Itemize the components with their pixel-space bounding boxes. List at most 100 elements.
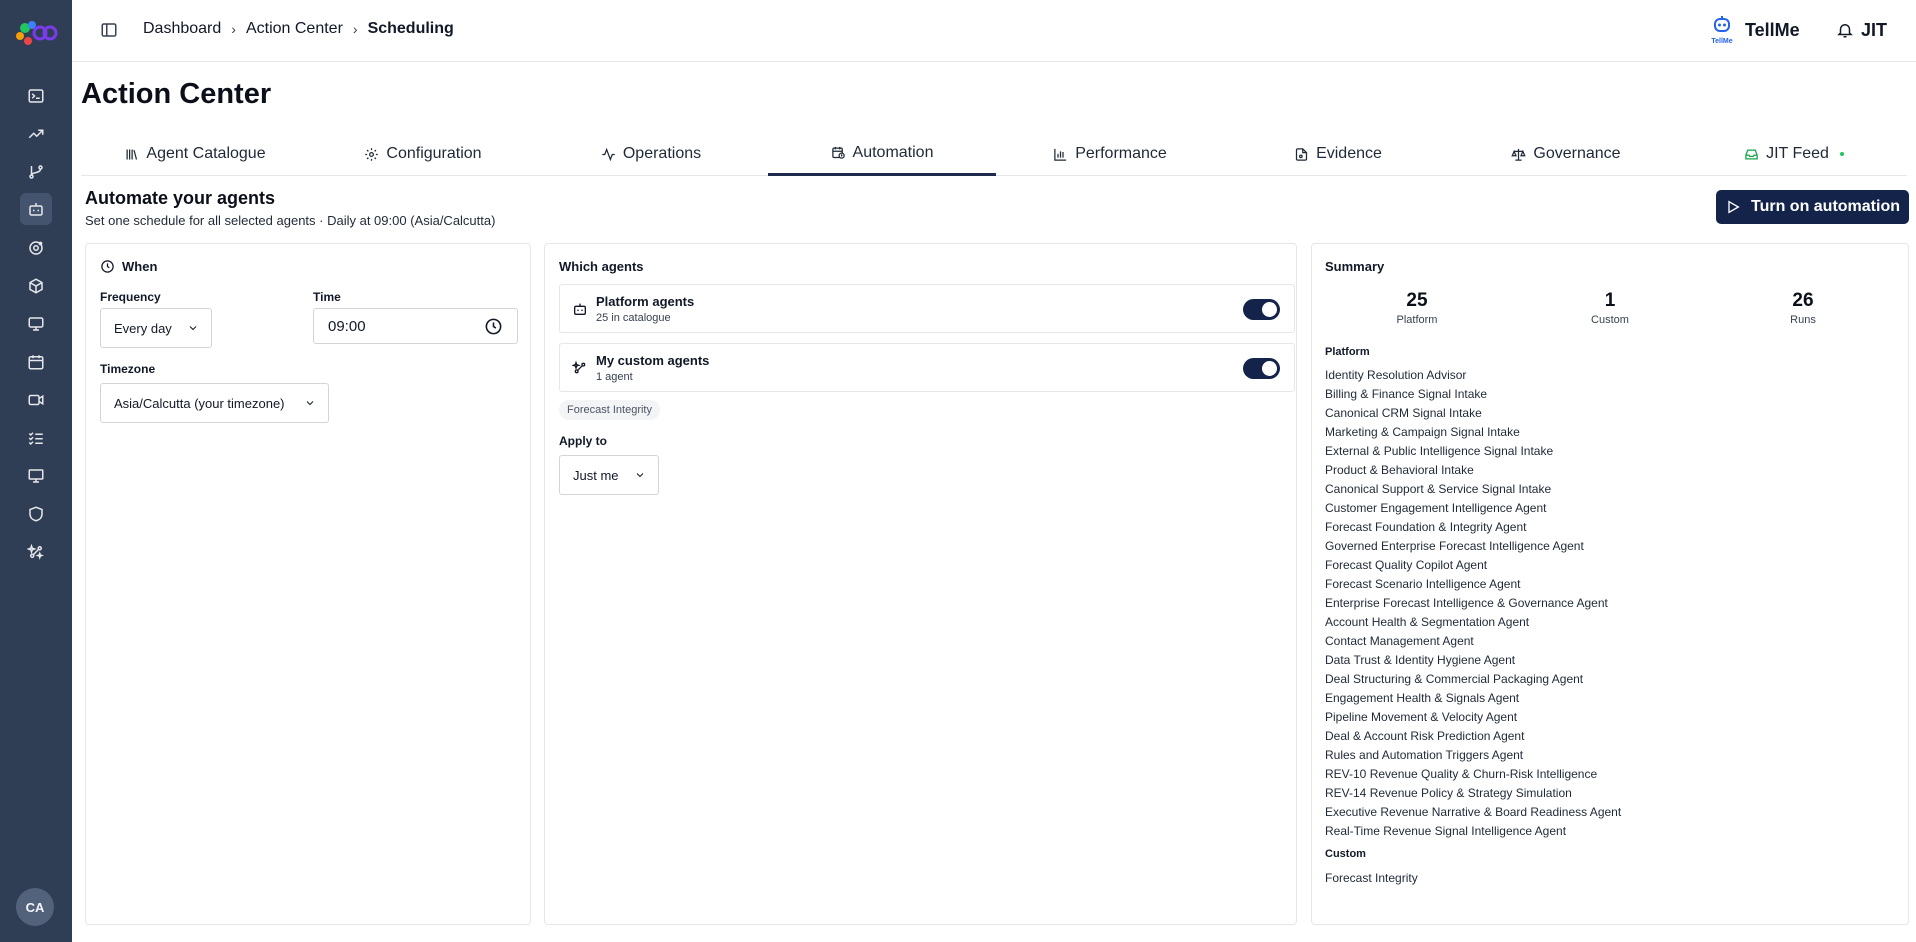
calendar-icon[interactable]	[20, 346, 52, 378]
play-icon	[1728, 200, 1740, 214]
top-bar: Dashboard › Action Center › Scheduling T…	[72, 0, 1916, 62]
tab-automation[interactable]: Automation	[768, 132, 996, 176]
tab-label: Configuration	[386, 145, 482, 162]
frequency-value: Every day	[114, 320, 172, 336]
stat-label: Custom	[1591, 314, 1629, 326]
tab-governance[interactable]: Governance	[1452, 132, 1680, 176]
user-label[interactable]: JIT	[1861, 20, 1887, 41]
frequency-select[interactable]: Every day	[100, 308, 212, 348]
automation-title: Automate your agents	[85, 188, 276, 208]
stat-label: Platform	[1396, 314, 1438, 326]
list-item: Identity Resolution Advisor	[1325, 368, 1467, 382]
sparkle-network-icon[interactable]	[20, 536, 52, 568]
tab-configuration[interactable]: Configuration	[309, 132, 537, 176]
bell-icon[interactable]	[1836, 21, 1854, 39]
tab-operations[interactable]: Operations	[537, 132, 765, 176]
presentation-icon[interactable]	[20, 460, 52, 492]
turn-on-automation-button[interactable]: Turn on automation	[1716, 190, 1909, 224]
when-card: When Frequency Every day Time 09:00 Time…	[85, 243, 531, 925]
page-title: Action Center	[81, 78, 272, 110]
list-item: Data Trust & Identity Hygiene Agent	[1325, 653, 1516, 667]
timezone-label: Timezone	[100, 362, 156, 376]
list-item: Executive Revenue Narrative & Board Read…	[1325, 805, 1622, 819]
tab-label: JIT Feed	[1766, 145, 1829, 162]
bot-icon	[574, 303, 586, 315]
git-branch-icon[interactable]	[20, 156, 52, 188]
box-icon[interactable]	[20, 270, 52, 302]
custom-agents-row: My custom agents 1 agent	[559, 343, 1295, 392]
tellme-robot-icon[interactable]: TellMe	[1705, 14, 1739, 48]
shield-icon[interactable]	[20, 498, 52, 530]
calendar-clock-icon	[831, 146, 845, 159]
list-item: Deal Structuring & Commercial Packaging …	[1325, 672, 1584, 686]
list-item: Billing & Finance Signal Intake	[1325, 387, 1488, 401]
tellme-label[interactable]: TellMe	[1745, 20, 1800, 41]
terminal-icon[interactable]	[20, 80, 52, 112]
toggle-knob	[1262, 302, 1277, 317]
list-item: Account Health & Segmentation Agent	[1325, 615, 1530, 629]
sidebar: CA	[0, 0, 72, 942]
orbit-icon[interactable]	[20, 232, 52, 264]
time-label: Time	[313, 290, 341, 304]
monitor-icon[interactable]	[20, 308, 52, 340]
list-item: Product & Behavioral Intake	[1325, 463, 1474, 477]
time-input[interactable]: 09:00	[313, 308, 518, 344]
library-icon	[126, 149, 138, 160]
list-item: REV-14 Revenue Policy & Strategy Simulat…	[1325, 786, 1572, 800]
stat-value: 1	[1604, 290, 1616, 311]
list-item: Engagement Health & Signals Agent	[1325, 691, 1520, 705]
list-checks-icon[interactable]	[20, 422, 52, 454]
breadcrumb-action-center[interactable]: Action Center	[246, 20, 343, 38]
breadcrumb: Dashboard › Action Center › Scheduling	[143, 20, 454, 38]
custom-agents-count: 1 agent	[596, 371, 633, 383]
tab-label: Governance	[1533, 145, 1621, 162]
tab-jit-feed[interactable]: JIT Feed	[1680, 132, 1908, 176]
time-value: 09:00	[328, 317, 366, 335]
custom-agents-toggle[interactable]	[1243, 358, 1280, 379]
platform-heading: Platform	[1325, 346, 1370, 358]
apply-to-select[interactable]: Just me	[559, 455, 659, 495]
list-item: External & Public Intelligence Signal In…	[1325, 444, 1554, 458]
list-item: Deal & Account Risk Prediction Agent	[1325, 729, 1525, 743]
tab-label: Performance	[1075, 145, 1167, 162]
app-logo-icon[interactable]	[14, 14, 58, 50]
platform-agents-toggle[interactable]	[1243, 299, 1280, 320]
tab-label: Agent Catalogue	[146, 145, 266, 162]
tab-agent-catalogue[interactable]: Agent Catalogue	[81, 132, 309, 176]
bot-icon[interactable]	[20, 193, 52, 225]
file-search-icon	[1295, 147, 1308, 161]
panel-toggle-icon[interactable]	[100, 21, 118, 39]
apply-to-label: Apply to	[559, 434, 607, 448]
tab-evidence[interactable]: Evidence	[1224, 132, 1452, 176]
stat-platform: 25 Platform	[1367, 290, 1467, 326]
avatar[interactable]: CA	[16, 888, 54, 926]
custom-agents-name: My custom agents	[596, 353, 710, 368]
tab-performance[interactable]: Performance	[996, 132, 1224, 176]
breadcrumb-current: Scheduling	[367, 20, 454, 37]
chevron-right-icon: ›	[352, 21, 358, 37]
platform-agents-count: 25 in catalogue	[596, 312, 671, 324]
list-item: REV-10 Revenue Quality & Churn-Risk Inte…	[1325, 767, 1598, 781]
list-item: Forecast Quality Copilot Agent	[1325, 558, 1488, 572]
list-item: Contact Management Agent	[1325, 634, 1474, 648]
status-dot	[1839, 152, 1844, 156]
list-item: Canonical Support & Service Signal Intak…	[1325, 482, 1552, 496]
timezone-select[interactable]: Asia/Calcutta (your timezone)	[100, 383, 329, 423]
which-agents-card: Which agents Platform agents 25 in catal…	[544, 243, 1297, 925]
video-icon[interactable]	[20, 384, 52, 416]
list-item: Forecast Foundation & Integrity Agent	[1325, 520, 1527, 534]
tab-label: Operations	[622, 145, 702, 162]
list-item: Real-Time Revenue Signal Intelligence Ag…	[1325, 824, 1567, 838]
list-item: Governed Enterprise Forecast Intelligenc…	[1325, 539, 1584, 553]
stat-value: 26	[1792, 290, 1814, 311]
timezone-value: Asia/Calcutta (your timezone)	[114, 395, 285, 411]
list-item: Canonical CRM Signal Intake	[1325, 406, 1482, 420]
trending-up-icon[interactable]	[20, 118, 52, 150]
custom-agent-chip: Forecast Integrity	[559, 400, 660, 420]
clock-icon[interactable]	[484, 317, 503, 336]
when-title: When	[122, 259, 158, 274]
breadcrumb-dashboard[interactable]: Dashboard	[143, 20, 221, 38]
which-agents-title: Which agents	[559, 259, 644, 274]
stat-custom: 1 Custom	[1560, 290, 1660, 326]
stat-value: 25	[1406, 290, 1428, 311]
